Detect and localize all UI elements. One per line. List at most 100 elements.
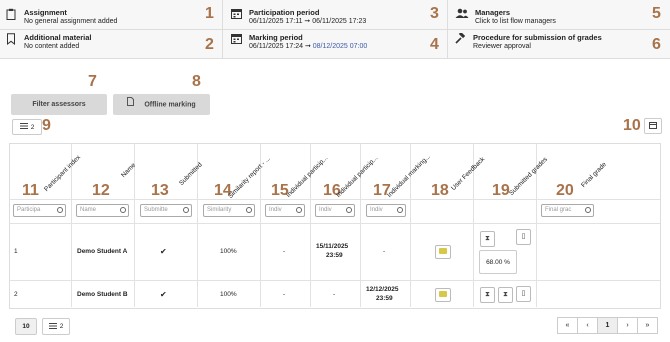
clipboard-icon xyxy=(6,8,18,20)
search-icon xyxy=(296,207,302,213)
first-page-button[interactable]: « xyxy=(557,317,578,334)
row1-individual-participation-1: - xyxy=(283,248,286,255)
list-icon xyxy=(19,123,28,131)
row1-similarity-link[interactable]: 100% xyxy=(220,248,237,255)
search-icon xyxy=(346,207,352,213)
filter-placeholder: Submitte xyxy=(144,207,168,213)
additional-material-sub: No content added xyxy=(24,43,80,50)
arrow-right-icon: ➞ xyxy=(304,18,311,25)
chat-icon xyxy=(439,291,447,297)
additional-material-info[interactable]: Additional material No content added xyxy=(6,33,92,51)
offline-marking-label: Offline marking xyxy=(144,101,196,109)
row-divider xyxy=(9,199,660,200)
row1-participation-time: 23:59 xyxy=(326,252,343,259)
row2-clipboard-icon[interactable]: ▯ xyxy=(516,286,531,302)
info-bottom-border xyxy=(0,58,670,59)
next-page-button[interactable]: › xyxy=(617,317,638,334)
annotation-1: 1 xyxy=(205,5,214,22)
filter-individual-participation-2[interactable]: Indiv xyxy=(315,204,355,217)
footer-column-toggle-count: 2 xyxy=(59,323,64,330)
annotation-2: 2 xyxy=(205,36,214,53)
row2-name: Demo Student B xyxy=(77,291,128,298)
annotation-4: 4 xyxy=(430,36,439,53)
filter-similarity[interactable]: Similarity xyxy=(203,204,255,217)
arrow-right-icon: ➞ xyxy=(304,43,311,50)
search-icon xyxy=(246,207,252,213)
procedure-sub: Reviewer approval xyxy=(473,43,531,50)
chat-icon xyxy=(439,248,447,254)
filter-placeholder: Indiv xyxy=(319,207,332,213)
filter-submitted[interactable]: Submitte xyxy=(140,204,192,217)
managers-info[interactable]: Managers Click to list flow managers xyxy=(455,8,556,26)
gavel-icon xyxy=(455,31,467,45)
calendar-icon xyxy=(231,33,243,45)
row2-submitted-check-icon: ✔ xyxy=(160,290,167,299)
filter-placeholder: Final grac xyxy=(545,207,572,213)
annotation-6: 6 xyxy=(652,36,661,53)
procedure-info: Procedure for submission of grades Revie… xyxy=(455,31,602,51)
participation-start: 06/11/2025 17:11 xyxy=(249,18,303,25)
row1-clipboard-icon[interactable]: ▯ xyxy=(516,229,531,245)
offline-marking-button[interactable]: Offline marking xyxy=(113,94,210,115)
marking-end: 08/12/2025 07:00 xyxy=(312,43,368,50)
filter-name[interactable]: Name xyxy=(76,204,129,217)
row1-hourglass-icon[interactable]: ⧗ xyxy=(480,231,495,247)
procedure-title: Procedure for submission of grades xyxy=(473,33,602,42)
info-divider xyxy=(0,29,670,30)
current-page-button[interactable]: 1 xyxy=(597,317,618,334)
marking-start: 06/11/2025 17:24 xyxy=(249,43,303,50)
participation-end: 06/11/2025 17:23 xyxy=(312,18,367,25)
marking-period-info: Marking period 06/11/2025 17:24 ➞ 08/12/… xyxy=(231,33,367,51)
document-icon xyxy=(127,94,135,115)
additional-material-title: Additional material xyxy=(24,33,92,42)
row1-name: Demo Student A xyxy=(77,248,128,255)
filter-individual-participation-1[interactable]: Indiv xyxy=(265,204,305,217)
column-toggle-button[interactable]: 2 xyxy=(12,119,42,135)
prev-page-button[interactable]: ‹ xyxy=(577,317,598,334)
row1-submitted-check-icon: ✔ xyxy=(160,247,167,256)
row2-feedback-button[interactable] xyxy=(435,288,451,302)
row1-individual-marking: - xyxy=(383,248,386,255)
last-page-button[interactable]: » xyxy=(637,317,658,334)
annotation-8: 8 xyxy=(192,73,201,90)
annotation-7: 7 xyxy=(88,73,97,90)
participation-period-info: Participation period 06/11/2025 17:11 ➞ … xyxy=(231,8,366,26)
row1-index: 1 xyxy=(14,248,18,255)
search-icon xyxy=(585,207,591,213)
marking-period-title: Marking period xyxy=(249,33,303,42)
filter-placeholder: Indiv xyxy=(269,207,282,213)
row2-hourglass-icon[interactable]: ⧗ xyxy=(480,287,495,303)
filter-placeholder: Similarity xyxy=(207,207,232,213)
row2-index: 2 xyxy=(14,291,18,298)
row2-marking-date: 12/12/2025 xyxy=(366,286,399,293)
annotation-3: 3 xyxy=(430,5,439,22)
panel-icon xyxy=(649,121,657,131)
assignment-sub: No general assignment added xyxy=(24,18,118,25)
managers-title: Managers xyxy=(475,8,511,17)
search-icon xyxy=(397,207,403,213)
filter-assessors-button[interactable]: Filter assessors xyxy=(11,94,107,115)
row1-grade-box[interactable]: 68.00 % xyxy=(479,250,517,274)
row2-similarity-link[interactable]: 100% xyxy=(220,291,237,298)
participants-table xyxy=(9,143,661,309)
row1-feedback-button[interactable] xyxy=(435,245,451,259)
filter-placeholder: Participa xyxy=(17,207,41,213)
view-toggle-button[interactable] xyxy=(644,118,662,134)
search-icon xyxy=(183,207,189,213)
users-icon xyxy=(455,8,469,20)
annotation-5: 5 xyxy=(652,5,661,22)
row2-hourglass-icon-2[interactable]: ⧗ xyxy=(498,287,513,303)
assignment-info[interactable]: Assignment No general assignment added xyxy=(6,8,117,26)
row-divider xyxy=(9,280,660,281)
calendar-icon xyxy=(231,8,243,20)
page-size-button[interactable]: 10 xyxy=(15,318,37,335)
row1-participation-date: 15/11/2025 xyxy=(316,243,349,250)
filter-final-grade[interactable]: Final grac xyxy=(541,204,594,217)
footer-column-toggle-button[interactable]: 2 xyxy=(42,318,70,335)
assignment-title: Assignment xyxy=(24,8,67,17)
annotation-10: 10 xyxy=(623,117,641,134)
filter-participant-index[interactable]: Participa xyxy=(13,204,66,217)
filter-placeholder: Indiv xyxy=(370,207,383,213)
list-icon xyxy=(48,322,57,331)
filter-individual-marking[interactable]: Indiv xyxy=(366,204,406,217)
